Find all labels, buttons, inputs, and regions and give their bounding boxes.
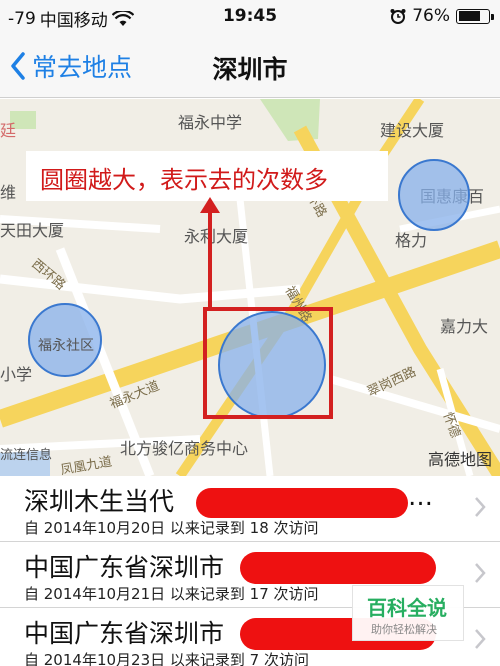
redaction-mark [196, 488, 408, 518]
place-title: 中国广东省深圳市 [24, 553, 225, 582]
chevron-right-icon [475, 563, 486, 583]
place-title-ellipsis: … [408, 482, 433, 511]
annotation-box: 圆圈越大，表示去的次数多 [26, 151, 388, 201]
place-subtitle: 自 2014年10月21日 以来记录到 17 次访问 [24, 585, 319, 603]
map-label-yonglidasha: 永利大厦 [184, 227, 249, 246]
highlight-box [203, 307, 333, 419]
chevron-right-icon [475, 497, 486, 517]
place-title: 中国广东省深圳市 [24, 619, 225, 648]
status-bar: -79 中国移动 19:45 76% [0, 0, 500, 34]
map-label-geli: 格力 [395, 231, 428, 250]
map-label-wei: 维 [0, 183, 17, 202]
status-right: 76% [390, 6, 494, 26]
annotation-arrow-line [208, 211, 212, 309]
list-item[interactable]: 深圳木生当代 … 自 2014年10月20日 以来记录到 18 次访问 [0, 476, 500, 542]
map-label-liuli: 流连信息 [0, 448, 53, 463]
navigation-bar: 常去地点 深圳市 [0, 34, 500, 98]
map-label-jialida: 嘉力大 [440, 317, 489, 336]
map-label-ting: 廷 [0, 121, 17, 140]
annotation-text: 圆圈越大，表示去的次数多 [40, 166, 328, 194]
map-label-beifang: 北方骏亿商务中心 [120, 439, 249, 458]
map-view[interactable]: 福永中学 建设大厦 廷 维 国惠康百 格力 永利大厦 天田大厦 嘉力大 小学 北… [0, 99, 500, 476]
map-attribution: 高德地图 [427, 450, 492, 469]
visit-circle-small[interactable] [398, 159, 470, 231]
place-subtitle: 自 2014年10月23日 以来记录到 7 次访问 [24, 651, 309, 666]
visit-circle-medium[interactable]: 福永社区 [28, 303, 102, 377]
map-label-xiao: 小学 [0, 365, 33, 384]
watermark-brand: 百科全说 [367, 596, 447, 620]
page-title: 深圳市 [212, 55, 288, 84]
battery-icon [456, 8, 494, 24]
place-subtitle: 自 2014年10月20日 以来记录到 18 次访问 [24, 519, 319, 537]
watermark-tagline: 助你轻松解决 [371, 623, 437, 636]
battery-percent: 76% [412, 6, 450, 26]
place-title: 深圳木生当代 [24, 487, 175, 516]
map-label-tiandasha: 天田大厦 [0, 221, 65, 240]
alarm-clock-icon [390, 9, 406, 24]
map-label-fuyong-community: 福永社区 [38, 338, 94, 354]
map-label-fuyong-school: 福永中学 [178, 113, 243, 132]
redaction-mark [240, 552, 436, 584]
battery-fill [458, 11, 480, 21]
chevron-right-icon [475, 629, 486, 649]
watermark-logo: 百科全说 助你轻松解决 [352, 585, 464, 641]
map-label-jianshe: 建设大厦 [380, 121, 445, 140]
